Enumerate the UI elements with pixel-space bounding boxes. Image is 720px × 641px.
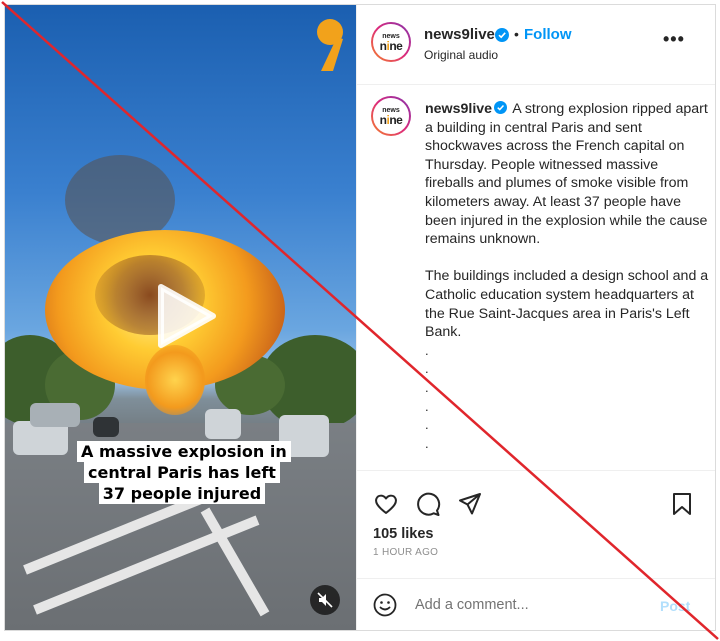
comment-bar: Post [357,578,715,630]
verified-badge-icon [495,28,509,42]
follow-button[interactable]: Follow [524,26,572,43]
bookmark-icon[interactable] [669,491,695,517]
news9-quote-logo-icon [317,19,343,71]
post-caption: news9live A strong explosion ripped apar… [425,100,710,453]
caption-dot: . [425,342,429,358]
comment-icon[interactable] [415,491,441,517]
more-options-icon[interactable]: ••• [663,29,685,50]
video-player[interactable]: A massive explosion in central Paris has… [5,5,356,630]
car [205,409,241,439]
caption-dots: . . . . . . [425,342,710,454]
post-timestamp: 1 HOUR AGO [373,547,439,558]
bus [30,403,80,427]
original-audio-link[interactable]: Original audio [424,48,498,62]
post-side-panel: news nine news9live • Follow Original au… [356,5,715,630]
post-comment-button[interactable]: Post [660,598,690,614]
avatar-logo-nine: nine [379,112,403,127]
post-actions: 105 likes 1 HOUR AGO [357,470,715,580]
caption-avatar[interactable]: news nine [371,96,411,136]
comment-input[interactable] [415,592,645,618]
verified-badge-icon [494,101,508,114]
avatar-logo: news nine [373,24,409,60]
avatar[interactable]: news nine [371,22,411,62]
caption-dot: . [425,361,429,377]
post-header: news nine news9live • Follow Original au… [357,5,715,85]
avatar-logo: news nine [373,98,409,134]
video-caption-text: A massive explosion in central Paris has… [77,441,291,504]
header-username[interactable]: news9live [424,26,495,43]
share-icon[interactable] [457,491,483,517]
post-caption-area: news nine news9live A strong explosion r… [357,86,715,469]
video-caption-overlay: A massive explosion in central Paris has… [77,441,291,504]
caption-paragraph-1: A strong explosion ripped apart a buildi… [425,101,708,248]
heart-icon[interactable] [373,491,399,517]
caption-dot: . [425,398,429,414]
muted-speaker-icon[interactable] [310,585,340,615]
caption-username[interactable]: news9live [425,101,492,117]
header-separator: • [514,26,519,42]
caption-dot: . [425,417,429,433]
caption-dot: . [425,379,429,395]
instagram-post-frame: A massive explosion in central Paris has… [4,4,716,631]
caption-paragraph-2: The buildings included a design school a… [425,268,709,341]
caption-dot: . [425,435,429,451]
emoji-icon[interactable] [373,593,397,617]
fireball-base [145,345,205,415]
avatar-logo-nine: nine [379,38,403,53]
play-icon[interactable] [151,283,217,349]
likes-count[interactable]: 105 likes [373,526,433,542]
car [93,417,119,437]
